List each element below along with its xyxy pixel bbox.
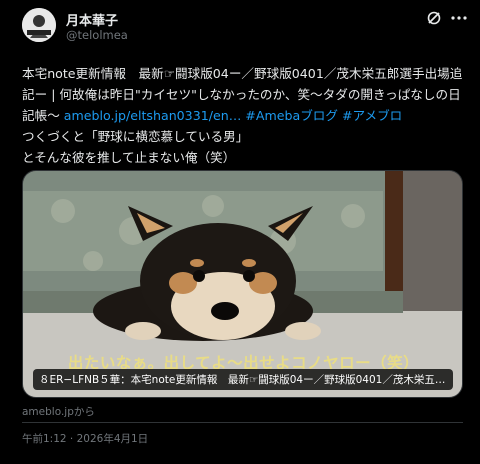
card-source[interactable]: ameblo.jpから [22, 404, 95, 419]
grok-icon[interactable] [425, 9, 443, 27]
link-card[interactable]: 出たいなぁ。出してよ〜出せよコノヤロー（笑） ８ER−LFNB５華：本宅note… [22, 170, 463, 398]
post-line-3: とそんな彼を推して止まない俺（笑） [22, 150, 236, 165]
post-timestamp[interactable]: 午前1:12 · 2026年4月1日 [22, 431, 148, 446]
author-handle[interactable]: @telolmea [66, 28, 128, 42]
post-link[interactable]: ameblo.jp/eltshan0331/en… [64, 108, 242, 123]
author-display-name[interactable]: 月本華子 [66, 10, 118, 29]
divider [22, 422, 463, 423]
more-icon[interactable] [450, 9, 468, 27]
card-title[interactable]: ８ER−LFNB５華：本宅note更新情報 最新☞闘球版04ー／野球版0401／… [33, 369, 453, 390]
post-line-2: つくづくと「野球に横恋慕している男」 [22, 129, 249, 144]
post-hashtags[interactable]: #Amebaブログ #アメブロ [241, 108, 402, 123]
post-text: 本宅note更新情報 最新☞闘球版04ー／野球版0401／茂木栄五郎選手出場追記… [22, 63, 472, 168]
avatar-illustration-icon [22, 8, 56, 42]
post: 月本華子 @telolmea 本宅note更新情報 最新☞闘球版04ー／野球版0… [0, 0, 480, 464]
avatar[interactable] [22, 8, 56, 42]
